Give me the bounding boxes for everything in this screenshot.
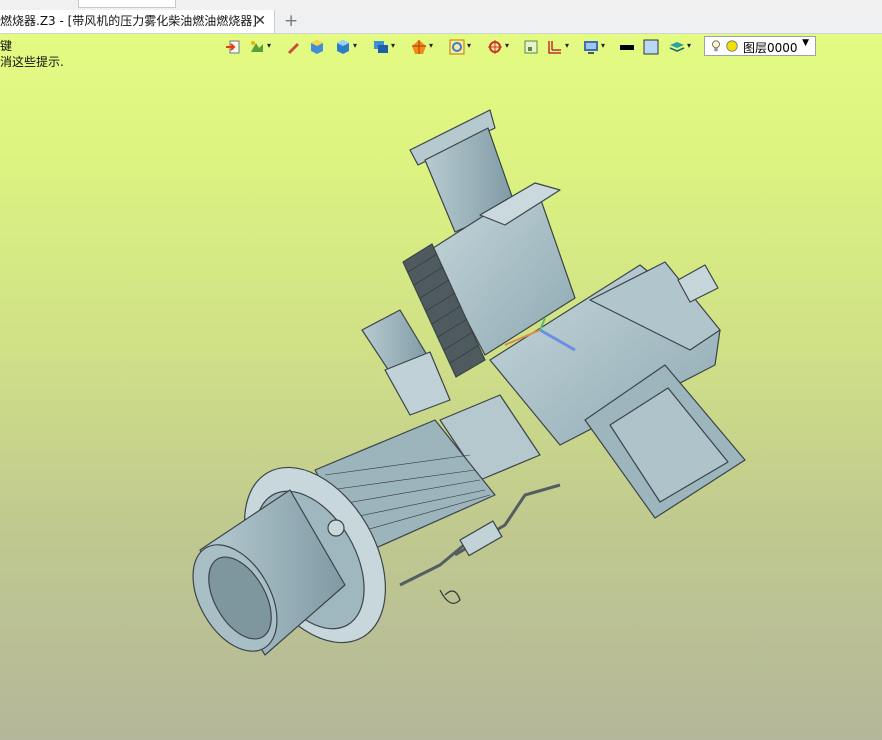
- close-icon[interactable]: ✕: [254, 10, 266, 32]
- document-tab-bar: 燃烧器.Z3 - [带风机的压力雾化柴油燃油燃烧器] ✕ +: [0, 9, 882, 34]
- 3d-viewport[interactable]: 键 消这些提示. ▾ ▾ ▾ ▾ ▾ ▾ ▾ ▾ ▾ 图层0000 ▼: [0, 34, 882, 740]
- document-tab[interactable]: 燃烧器.Z3 - [带风机的压力雾化柴油燃油燃烧器] ✕: [0, 10, 275, 33]
- new-tab-button[interactable]: +: [284, 10, 298, 32]
- top-strip-field[interactable]: [78, 0, 176, 8]
- burner-3d-model[interactable]: [0, 34, 882, 740]
- document-tab-title: 燃烧器.Z3 - [带风机的压力雾化柴油燃油燃烧器]: [0, 14, 257, 28]
